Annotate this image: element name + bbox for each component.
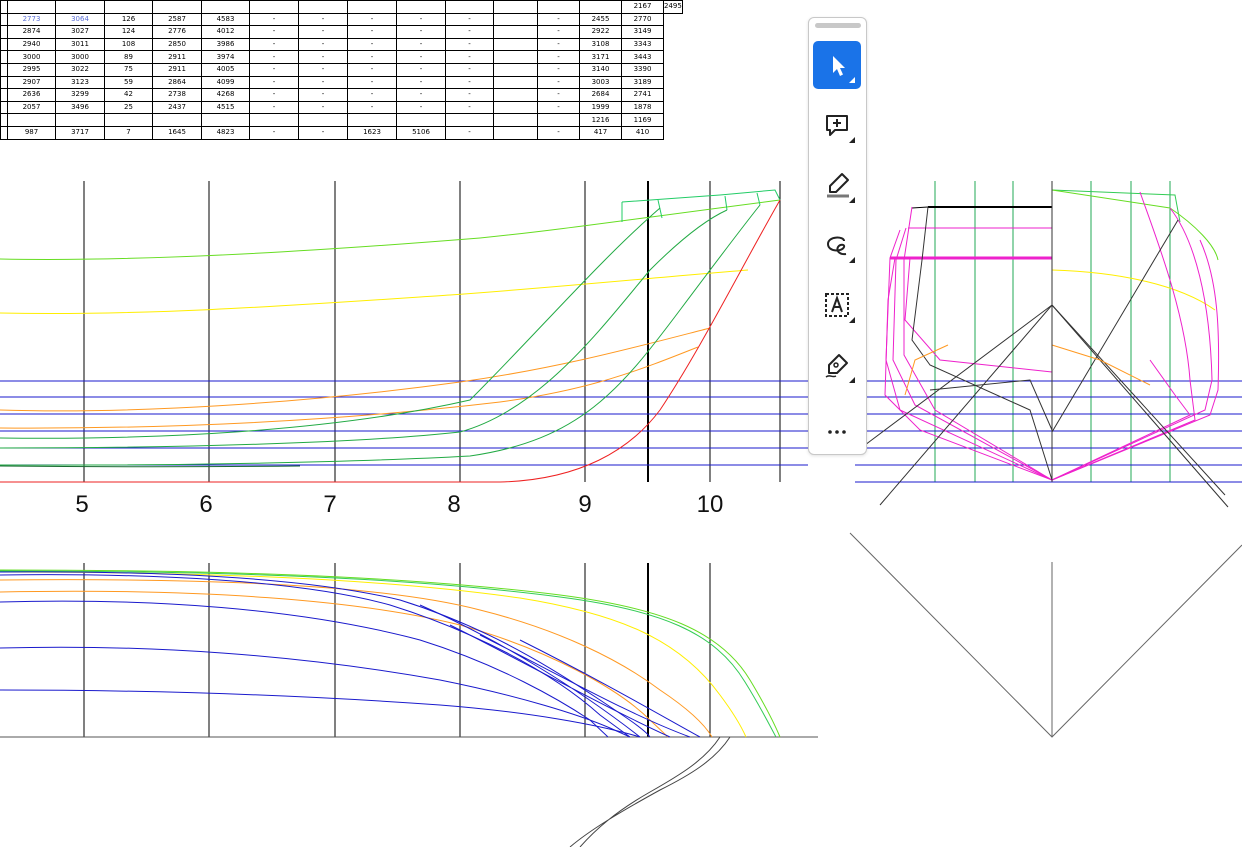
highlight-button[interactable] <box>813 161 861 209</box>
body-plan-view <box>849 181 1242 738</box>
station-label-5: 5 <box>75 491 88 518</box>
chevron-down-icon[interactable] <box>849 77 855 83</box>
lines-plan-drawing: 5 6 7 8 9 10 <box>0 181 1242 847</box>
add-comment-button[interactable] <box>813 101 861 149</box>
profile-view <box>0 181 808 483</box>
cursor-arrow-icon <box>833 56 845 76</box>
stem-profile <box>0 199 781 483</box>
waterline-yellow-profile <box>0 269 749 314</box>
draw-freehand-button[interactable] <box>813 221 861 269</box>
blue-plan-5 <box>0 689 641 738</box>
stem-curve <box>569 736 731 847</box>
sheer-line <box>0 199 781 260</box>
select-tool-button[interactable] <box>813 41 861 89</box>
blue-plan-2 <box>0 574 631 738</box>
station-label-9: 9 <box>578 491 591 518</box>
half-breadth-view <box>0 563 818 847</box>
chevron-down-icon[interactable] <box>849 257 855 263</box>
station-labels: 5 6 7 8 9 10 <box>75 491 723 518</box>
chevron-down-icon[interactable] <box>849 137 855 143</box>
body-diagonals <box>864 206 1229 508</box>
sheer-plan <box>0 569 781 738</box>
sheer-plan-2 <box>0 570 777 738</box>
buttock-line-1 <box>0 207 661 439</box>
station-label-10: 10 <box>697 491 724 518</box>
text-box-icon <box>825 293 849 317</box>
body-sections-right <box>1051 191 1220 481</box>
more-tools-button[interactable] <box>813 401 861 449</box>
orange-plan-1 <box>0 579 713 738</box>
blue-plan-1 <box>0 571 651 738</box>
add-text-button[interactable] <box>813 281 861 329</box>
blue-plan-3 <box>0 600 609 738</box>
body-lower-diagonal <box>849 532 1242 738</box>
signature-button[interactable] <box>813 341 861 389</box>
station-lines <box>83 181 781 482</box>
blue-plan-6 <box>419 604 701 738</box>
yellow-plan <box>0 571 747 738</box>
body-sections-left <box>884 206 1053 481</box>
station-label-7: 7 <box>323 491 336 518</box>
annotation-toolbar <box>808 17 867 455</box>
toolbar-drag-handle[interactable] <box>815 23 861 28</box>
buttock-line-2 <box>0 209 728 449</box>
station-label-8: 8 <box>447 491 460 518</box>
station-label-6: 6 <box>199 491 212 518</box>
comment-plus-icon <box>826 115 848 136</box>
pen-sign-icon <box>825 354 848 378</box>
blue-plan-4 <box>0 646 631 738</box>
highlighter-icon <box>827 173 849 198</box>
chevron-down-icon[interactable] <box>849 197 855 203</box>
stem-profile-green <box>0 465 301 468</box>
waterline-orange-profile-2 <box>0 346 699 429</box>
chevron-down-icon[interactable] <box>849 317 855 323</box>
chevron-down-icon[interactable] <box>849 377 855 383</box>
more-dots-icon <box>828 430 846 434</box>
body-deck-lines <box>890 189 1219 311</box>
waterlines <box>0 380 808 466</box>
lasso-curve-icon <box>826 236 847 256</box>
